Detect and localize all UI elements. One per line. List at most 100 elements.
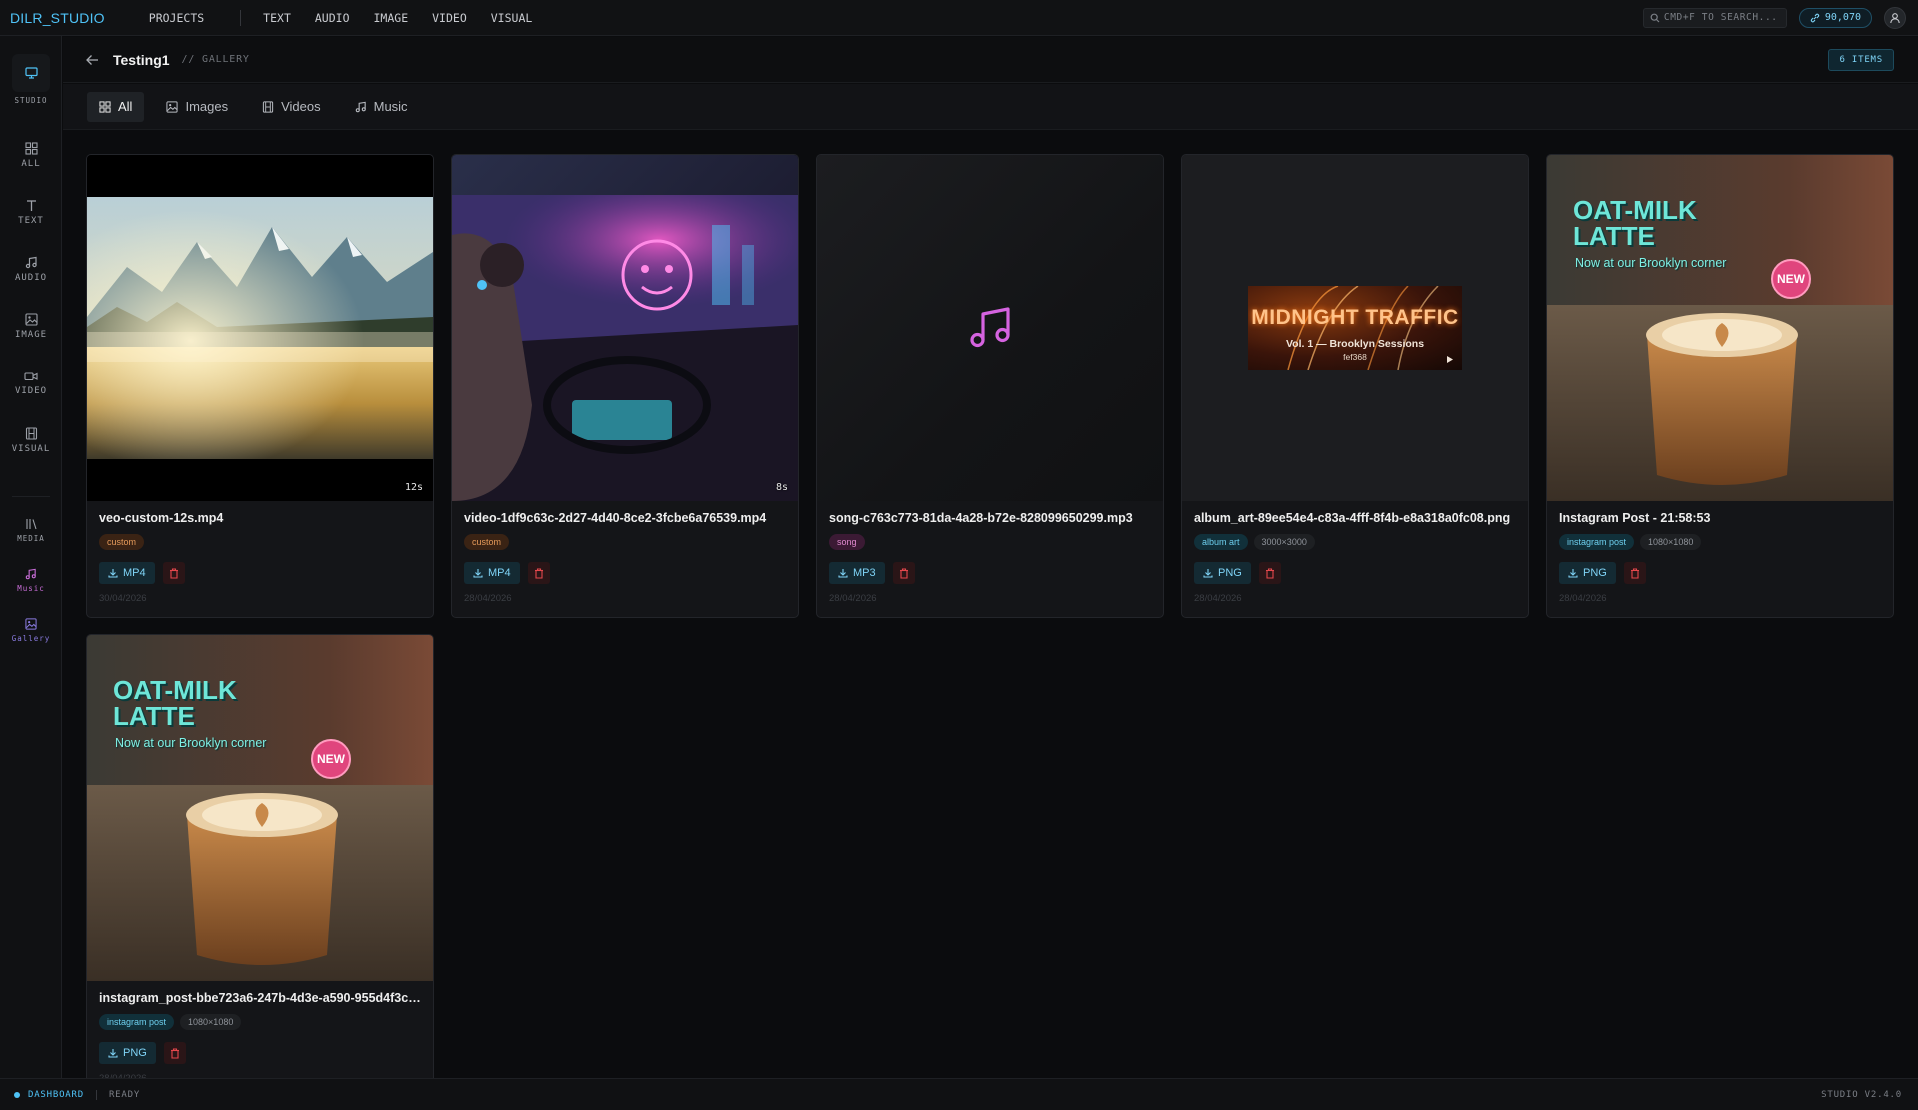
video-thumbnail[interactable]: 12s [87, 155, 433, 501]
download-icon [1568, 569, 1578, 578]
delete-button[interactable] [162, 562, 185, 584]
nav-audio[interactable]: AUDIO [303, 11, 362, 25]
search-input[interactable]: CMD+F TO SEARCH... [1642, 7, 1787, 28]
trash-icon [1265, 567, 1274, 579]
music-note-icon [355, 101, 366, 112]
delete-button[interactable] [1623, 562, 1646, 584]
video-thumbnail[interactable]: 8s [452, 155, 798, 501]
download-button[interactable]: PNG [99, 1042, 156, 1064]
film-icon [262, 100, 274, 113]
arrow-left-icon [86, 54, 98, 65]
tab-images[interactable]: Images [154, 92, 240, 122]
status-bar: DASHBOARD READY STUDIO V2.4.0 [0, 1078, 1918, 1110]
tag-list: instagram post 1080×1080 [1559, 534, 1702, 550]
gallery-card[interactable]: MIDNIGHT TRAFFIC Vol. 1 — Brooklyn Sessi… [1181, 154, 1529, 618]
download-button[interactable]: MP3 [829, 562, 885, 584]
search-placeholder: CMD+F TO SEARCH... [1663, 12, 1778, 23]
tag-list: custom [99, 534, 145, 550]
trash-icon [899, 567, 908, 579]
delete-button[interactable] [163, 1042, 186, 1064]
tab-label: Videos [281, 99, 321, 114]
download-button[interactable]: MP4 [464, 562, 520, 584]
download-format: MP3 [853, 567, 876, 579]
nav-visual[interactable]: VISUAL [479, 11, 545, 25]
image-thumbnail[interactable]: MIDNIGHT TRAFFIC Vol. 1 — Brooklyn Sessi… [1182, 155, 1528, 501]
download-button[interactable]: PNG [1194, 562, 1251, 584]
play-icon [1447, 356, 1453, 363]
download-button[interactable]: MP4 [99, 562, 155, 584]
card-actions: MP4 [99, 562, 185, 584]
items-count: 6 ITEMS [1839, 54, 1883, 65]
back-button[interactable] [85, 52, 101, 68]
album-code: fef368 [1343, 352, 1367, 362]
credits-badge[interactable]: 90,070 [1798, 7, 1872, 28]
album-subtitle: Vol. 1 — Brooklyn Sessions [1285, 338, 1425, 350]
tab-music[interactable]: Music [343, 92, 420, 122]
gallery-card[interactable]: song-c763c773-81da-4a28-b72e-82809965029… [816, 154, 1164, 618]
sidebar-item-audio[interactable]: AUDIO [0, 256, 62, 283]
tag: custom [464, 534, 510, 550]
nav-image[interactable]: IMAGE [362, 11, 421, 25]
delete-button[interactable] [1258, 562, 1281, 584]
top-bar: DILR_STUDIO PROJECTS TEXT AUDIO IMAGE VI… [0, 0, 1918, 36]
sidebar-item-music[interactable]: Music [0, 568, 62, 593]
gallery-card[interactable]: OAT-MILK LATTE Now at our Brooklyn corne… [86, 634, 434, 1098]
file-date: 28/04/2026 [464, 593, 512, 604]
trash-icon [170, 1047, 179, 1059]
image-thumbnail[interactable]: OAT-MILK LATTE Now at our Brooklyn corne… [87, 635, 433, 981]
sidebar-item-studio[interactable]: STUDIO [0, 54, 62, 105]
download-format: PNG [1218, 567, 1242, 579]
tab-all[interactable]: All [87, 91, 145, 122]
nav-text[interactable]: TEXT [251, 11, 303, 25]
file-name: Instagram Post - 21:58:53 [1559, 511, 1711, 525]
gallery-card[interactable]: 12s veo-custom-12s.mp4 custom MP4 30/04/… [86, 154, 434, 618]
download-format: MP4 [123, 567, 146, 579]
gallery-card[interactable]: 8s video-1df9c63c-2d27-4d40-8ce2-3fcbe6a… [451, 154, 799, 618]
user-avatar[interactable] [1884, 6, 1906, 29]
image-icon [25, 618, 37, 630]
sidebar-item-label: TEXT [18, 216, 44, 226]
file-name: veo-custom-12s.mp4 [99, 511, 224, 525]
film-icon [25, 427, 37, 440]
audio-thumbnail[interactable] [817, 155, 1163, 501]
sidebar-item-image[interactable]: IMAGE [0, 313, 62, 340]
file-name: video-1df9c63c-2d27-4d40-8ce2-3fcbe6a765… [464, 511, 767, 525]
delete-button[interactable] [892, 562, 915, 584]
card-actions: MP3 [829, 562, 915, 584]
sidebar-item-media[interactable]: MEDIA [0, 517, 62, 543]
grid-icon [24, 142, 38, 155]
tab-label: Music [373, 99, 408, 114]
app-version: STUDIO V2.4.0 [1821, 1089, 1902, 1100]
download-button[interactable]: PNG [1559, 562, 1616, 584]
sidebar-item-label: IMAGE [14, 330, 48, 340]
nav-video[interactable]: VIDEO [420, 11, 479, 25]
sidebar-item-text[interactable]: TEXT [0, 199, 62, 226]
sidebar-item-label: Music [17, 584, 45, 593]
brand-logo[interactable]: DILR_STUDIO [10, 10, 105, 26]
card-actions: PNG [1194, 562, 1281, 584]
grid-icon [99, 100, 111, 113]
download-icon [838, 569, 848, 578]
image-thumbnail[interactable]: OAT-MILK LATTE Now at our Brooklyn corne… [1547, 155, 1893, 501]
sidebar-item-video[interactable]: VIDEO [0, 370, 62, 396]
status-indicator-dot [14, 1091, 20, 1098]
sidebar-item-visual[interactable]: VISUAL [0, 427, 62, 454]
status-section[interactable]: DASHBOARD [28, 1090, 84, 1100]
file-name: album_art-89ee54e4-c83a-4fff-8f4b-e8a318… [1194, 511, 1511, 525]
sidebar-item-all[interactable]: ALL [0, 142, 62, 169]
sidebar-item-gallery[interactable]: Gallery [0, 618, 62, 643]
delete-button[interactable] [527, 562, 550, 584]
gallery-card[interactable]: OAT-MILK LATTE Now at our Brooklyn corne… [1546, 154, 1894, 618]
breadcrumb: // GALLERY [181, 54, 250, 65]
post-headline: OAT-MILK LATTE [113, 677, 237, 729]
file-name: song-c763c773-81da-4a28-b72e-82809965029… [829, 511, 1133, 525]
tab-videos[interactable]: Videos [250, 92, 333, 122]
music-note-icon [25, 568, 36, 580]
sidebar-item-label: AUDIO [14, 273, 48, 283]
tag-list: album art 3000×3000 [1194, 534, 1315, 550]
nav-projects[interactable]: PROJECTS [137, 11, 216, 25]
top-right-controls: CMD+F TO SEARCH... 90,070 [1642, 6, 1906, 29]
credits-value: 90,070 [1824, 12, 1861, 23]
top-nav: PROJECTS TEXT AUDIO IMAGE VIDEO VISUAL [137, 9, 545, 26]
sidebar-item-label: VIDEO [14, 386, 48, 396]
